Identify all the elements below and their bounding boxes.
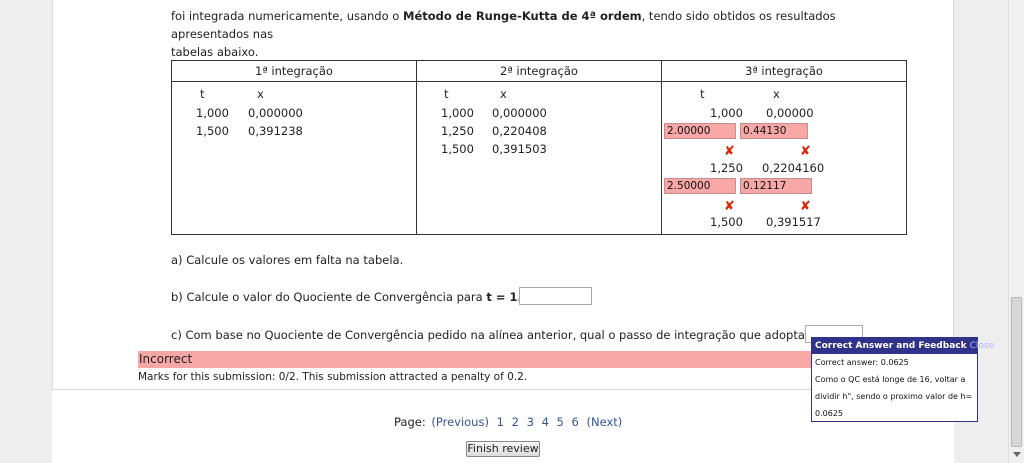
int1-row1-t: 1,000 <box>196 106 229 120</box>
int1-row2-x: 0,391238 <box>248 124 303 138</box>
wrong-mark-icon: ✘ <box>800 144 811 159</box>
wrong-mark-icon: ✘ <box>724 199 735 214</box>
vertical-scrollbar[interactable] <box>1008 0 1024 463</box>
popup-title: Correct Answer and Feedback <box>815 341 967 351</box>
page-link-3[interactable]: 3 <box>527 415 534 429</box>
int3-col-x: x <box>773 87 780 101</box>
int2-cell: t x 1,000 0,000000 1,250 0,220408 1,500 … <box>416 81 662 235</box>
int3-row2-t: 1,250 <box>710 161 743 175</box>
question-area: foi integrada numericamente, usando o Mé… <box>52 0 954 390</box>
question-b: b) Calcule o valor do Quociente de Conve… <box>171 290 530 304</box>
int3-row1-t: 1,000 <box>710 106 743 120</box>
int2-row1-t: 1,000 <box>441 106 474 120</box>
int1-cell: t x 1,000 0,000000 1,500 0,391238 <box>171 81 417 235</box>
int1-col-t: t <box>200 87 205 101</box>
intro-text-line2: tabelas abaixo. <box>171 45 259 59</box>
question-b-text: b) Calcule o valor do Quociente de Conve… <box>171 290 487 304</box>
popup-feedback-line3: 0.0625 <box>815 409 843 418</box>
popup-feedback-line2: dividir h", sendo o proximo valor de h= <box>815 392 973 401</box>
page-link-4[interactable]: 4 <box>542 415 549 429</box>
int2-row2-t: 1,250 <box>441 124 474 138</box>
int3-input1-x[interactable]: 0.44130 <box>740 123 808 139</box>
results-table: 1ª integração 2ª integração 3ª integraçã… <box>171 60 907 235</box>
page-link-5[interactable]: 5 <box>557 415 564 429</box>
int3-col-t: t <box>700 87 705 101</box>
page-link-6[interactable]: 6 <box>572 415 579 429</box>
int1-col-x: x <box>257 87 264 101</box>
int3-row3-t: 1,500 <box>710 215 743 229</box>
prev-page-link[interactable]: (Previous) <box>431 415 489 429</box>
incorrect-status: Incorrect <box>138 351 824 368</box>
popup-body: Correct answer: 0.0625 Como o QC está lo… <box>812 354 977 422</box>
int3-input1-t[interactable]: 2.00000 <box>664 123 736 139</box>
popup-feedback-line1: Como o QC está longe de 16, voltar a <box>815 375 966 384</box>
int2-col-x: x <box>500 87 507 101</box>
question-c: c) Com base no Quociente de Convergência… <box>171 328 826 342</box>
question-intro: foi integrada numericamente, usando o Mé… <box>171 7 911 61</box>
int3-cell: t x 1,000 0,00000 2.00000 0.44130 ✘ ✘ 1,… <box>661 81 907 235</box>
popup-correct-answer: Correct answer: 0.0625 <box>815 358 909 367</box>
int2-row1-x: 0,000000 <box>492 106 547 120</box>
header-int1: 1ª integração <box>171 60 417 82</box>
int3-row3-x: 0,391517 <box>766 215 821 229</box>
int2-col-t: t <box>444 87 449 101</box>
finish-review-button[interactable]: Finish review <box>466 441 540 457</box>
page-link-2[interactable]: 2 <box>512 415 519 429</box>
next-page-link[interactable]: (Next) <box>587 415 623 429</box>
int3-input2-x[interactable]: 0.12117 <box>740 178 812 194</box>
wrong-mark-icon: ✘ <box>724 144 735 159</box>
header-int3: 3ª integração <box>661 60 907 82</box>
int2-row3-t: 1,500 <box>441 142 474 156</box>
int3-input2-t[interactable]: 2.50000 <box>664 178 736 194</box>
page-label: Page: <box>394 415 426 429</box>
popup-close-link[interactable]: Close <box>970 341 995 351</box>
header-int2: 2ª integração <box>416 60 662 82</box>
answer-b-input[interactable] <box>519 287 592 305</box>
intro-text-pre: foi integrada numericamente, usando o <box>171 9 403 23</box>
question-a: a) Calcule os valores em falta na tabela… <box>171 253 404 267</box>
int2-row3-x: 0,391503 <box>492 142 547 156</box>
int1-row2-t: 1,500 <box>196 124 229 138</box>
int2-row2-x: 0,220408 <box>492 124 547 138</box>
wrong-mark-icon: ✘ <box>800 199 811 214</box>
scrollbar-thumb[interactable] <box>1011 297 1022 447</box>
marks-info: Marks for this submission: 0/2. This sub… <box>138 371 528 383</box>
int1-row1-x: 0,000000 <box>248 106 303 120</box>
page-link-1[interactable]: 1 <box>497 415 504 429</box>
intro-method-name: Método de Runge-Kutta de 4ª ordem <box>403 9 642 23</box>
popup-header: Correct Answer and Feedback Close <box>812 338 994 354</box>
feedback-popup: Correct Answer and Feedback Close Correct… <box>811 337 994 422</box>
scroll-down-arrow-icon[interactable] <box>1013 452 1021 457</box>
pagination: Page: (Previous) 1 2 3 4 5 6 (Next) <box>394 415 624 429</box>
int3-row2-x: 0,2204160 <box>762 161 825 175</box>
int3-row1-x: 0,00000 <box>766 106 814 120</box>
